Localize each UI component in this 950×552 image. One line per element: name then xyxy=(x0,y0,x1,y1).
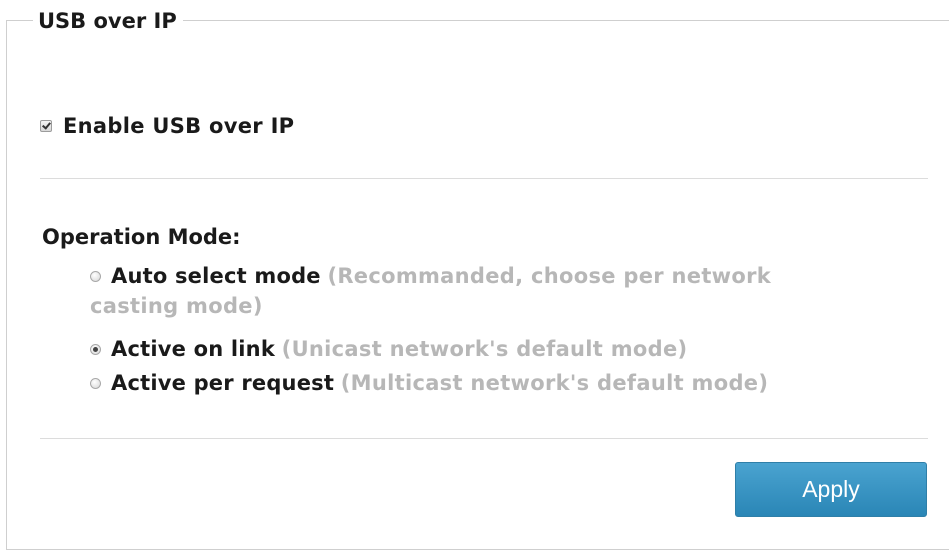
radio-option-active-on-link[interactable]: Active on link (Unicast network's defaul… xyxy=(90,334,850,364)
active-on-link-hint: (Unicast network's default mode) xyxy=(281,337,688,361)
enable-usb-over-ip-label[interactable]: Enable USB over IP xyxy=(63,114,294,138)
actions-divider xyxy=(40,438,928,439)
apply-button[interactable]: Apply xyxy=(735,462,927,517)
radio-option-auto-select[interactable]: Auto select mode (Recommanded, choose pe… xyxy=(90,261,850,321)
panel-title: USB over IP xyxy=(33,7,183,35)
active-on-link-radio[interactable] xyxy=(90,344,101,355)
active-on-link-label[interactable]: Active on link xyxy=(111,337,275,361)
operation-mode-label: Operation Mode: xyxy=(42,225,241,249)
section-divider xyxy=(40,178,928,179)
enable-usb-over-ip-row[interactable]: Enable USB over IP xyxy=(40,111,294,141)
auto-select-radio[interactable] xyxy=(90,271,101,282)
active-per-request-label[interactable]: Active per request xyxy=(111,371,334,395)
auto-select-label[interactable]: Auto select mode xyxy=(111,264,321,288)
active-per-request-hint: (Multicast network's default mode) xyxy=(340,371,769,395)
active-per-request-radio[interactable] xyxy=(90,378,101,389)
enable-usb-over-ip-checkbox[interactable] xyxy=(40,120,52,132)
radio-option-active-per-request[interactable]: Active per request (Multicast network's … xyxy=(90,368,850,398)
